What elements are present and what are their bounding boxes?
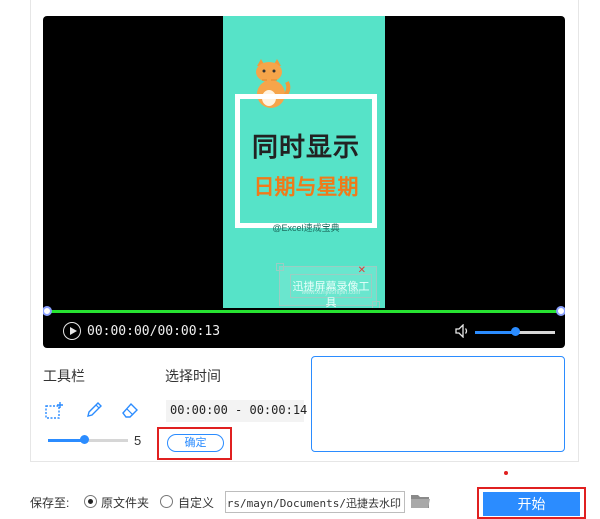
video-credit: @Excel速成宝典	[272, 223, 340, 233]
folder-icon[interactable]	[410, 492, 431, 510]
video-progress-bar[interactable]	[47, 310, 561, 313]
video-player[interactable]: 同时显示 日期与星期 @Excel速成宝典 ✕ 迅捷屏幕录像工具 www.xun…	[43, 16, 565, 348]
radio-original-folder-label: 原文件夹	[101, 496, 150, 510]
save-path-text: ers/mayn/Documents/迅捷去水印	[225, 497, 401, 510]
trim-end-handle[interactable]	[556, 306, 565, 316]
volume-slider-fill	[475, 331, 515, 334]
radio-custom-folder[interactable]	[160, 495, 173, 508]
video-frame: 同时显示 日期与星期 @Excel速成宝典 ✕ 迅捷屏幕录像工具 www.xun…	[223, 16, 385, 308]
brush-size-slider-knob[interactable]	[80, 435, 89, 444]
trim-start-handle[interactable]	[43, 306, 52, 316]
volume-slider-knob[interactable]	[511, 327, 520, 336]
playback-time: 00:00:00/00:00:13	[87, 324, 221, 339]
save-to-label: 保存至:	[30, 496, 70, 510]
resize-handle[interactable]	[276, 263, 284, 271]
resize-handle[interactable]	[372, 301, 380, 308]
watermark: 迅捷屏幕录像工具 www.xunjieshipin.com	[290, 274, 372, 308]
start-highlight: 开始	[477, 487, 586, 519]
marker-dot	[504, 471, 508, 475]
eraser-icon[interactable]	[120, 400, 140, 420]
confirm-highlight: 确定	[157, 427, 232, 460]
title-card: 同时显示 日期与星期 @Excel速成宝典	[235, 94, 377, 233]
video-title-line2: 日期与星期	[253, 175, 359, 199]
rectangle-select-icon[interactable]	[44, 401, 64, 421]
radio-original-folder[interactable]	[84, 495, 97, 508]
radio-custom-folder-label: 自定义	[178, 496, 215, 510]
brush-size-value: 5	[134, 433, 142, 448]
play-button[interactable]	[63, 322, 81, 340]
confirm-button[interactable]: 确定	[167, 434, 224, 452]
pen-icon[interactable]	[84, 400, 104, 420]
video-title-line1: 同时显示	[251, 133, 360, 163]
preview-textbox[interactable]	[311, 356, 565, 452]
start-button[interactable]: 开始	[483, 492, 580, 516]
toolbar-heading: 工具栏	[43, 368, 85, 384]
watermark-selection-box[interactable]: ✕ 迅捷屏幕录像工具 www.xunjieshipin.com	[276, 263, 380, 308]
brush-size-slider-fill	[48, 439, 84, 442]
time-range-field[interactable]: 00:00:00 - 00:00:14	[166, 400, 307, 422]
save-path-input[interactable]: ers/mayn/Documents/迅捷去水印	[225, 491, 405, 513]
watermark-subtext: www.xunjieshipin.com	[301, 290, 361, 296]
volume-icon[interactable]	[455, 324, 471, 338]
select-time-heading: 选择时间	[165, 368, 221, 384]
